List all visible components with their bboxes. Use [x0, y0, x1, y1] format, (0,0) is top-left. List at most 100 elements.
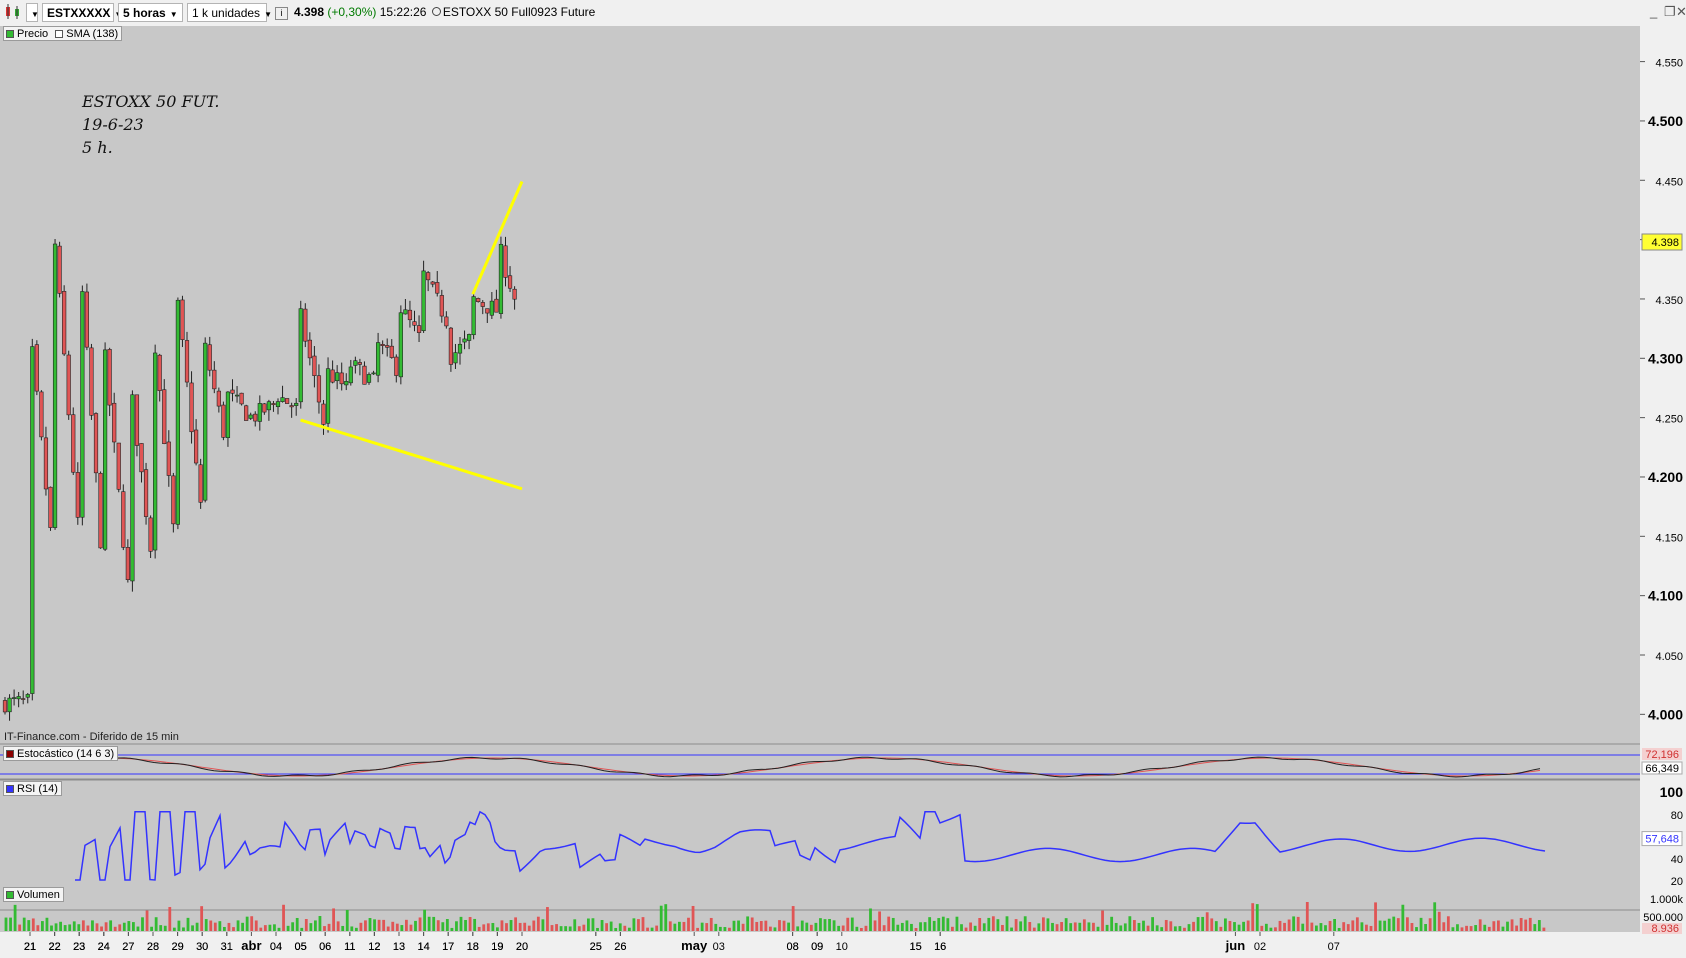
- rsi-legend[interactable]: RSI (14): [3, 781, 62, 796]
- stochastic-legend[interactable]: Estocástico (14 6 3): [3, 746, 119, 761]
- volume-bar: [104, 922, 108, 931]
- candle-body: [107, 349, 112, 406]
- volume-bar: [755, 921, 759, 931]
- volume-bar: [241, 922, 244, 931]
- price-legend[interactable]: Precio SMA (138): [3, 26, 123, 41]
- volume-bar: [764, 920, 768, 931]
- candle-body: [435, 282, 440, 294]
- volume-bar: [759, 921, 763, 931]
- volume-bar: [1415, 927, 1418, 931]
- candle-body: [189, 382, 194, 433]
- volume-bar: [659, 905, 663, 931]
- volume-bar: [359, 922, 363, 931]
- volume-bar: [505, 923, 508, 931]
- volume-bar: [1387, 918, 1391, 931]
- volume-bar: [1210, 918, 1214, 931]
- instrument-icon: [431, 7, 441, 16]
- restore-icon[interactable]: ❐: [1664, 4, 1676, 20]
- volume-bar: [450, 927, 454, 931]
- candle-body: [212, 369, 217, 390]
- volume-bar: [1078, 922, 1082, 931]
- volume-bar: [1278, 920, 1282, 931]
- volume-bar: [13, 904, 17, 931]
- volume-bar: [855, 926, 859, 931]
- candle-body: [84, 291, 89, 348]
- date-tick-label: 26: [614, 941, 626, 953]
- candle-body: [30, 346, 35, 694]
- volume-bar: [1501, 926, 1505, 931]
- candle-body: [476, 298, 481, 302]
- volume-bar: [518, 922, 522, 931]
- volume-bar: [1178, 926, 1182, 931]
- volume-bar: [828, 918, 831, 931]
- volume-bar: [1260, 925, 1264, 931]
- volume-bar: [887, 916, 891, 931]
- volume-bar: [796, 926, 800, 931]
- volume-bar: [31, 918, 35, 931]
- volume-bar: [823, 919, 827, 931]
- units-selector[interactable]: 1 k unidades ▼: [187, 3, 272, 22]
- volume-bar: [81, 920, 85, 931]
- volume-bar: [1369, 925, 1373, 931]
- info-icon[interactable]: i: [275, 7, 288, 20]
- candle-body: [62, 291, 67, 355]
- volume-title: Volumen: [17, 889, 60, 901]
- candle-body: [257, 403, 262, 422]
- volume-bar: [632, 918, 636, 931]
- symbol-label: ESTXXXXX: [47, 6, 111, 20]
- volume-bar: [127, 921, 131, 931]
- chart-canvas[interactable]: 4.000 4.050 4.100 4.150 4.200 4.250 4.300 4.350…: [0, 26, 1686, 958]
- volume-bar: [204, 919, 208, 931]
- candle-body: [312, 355, 317, 376]
- volume-bar: [914, 927, 918, 931]
- volume-bar: [769, 926, 772, 931]
- volume-bar: [418, 917, 422, 931]
- volume-bar: [300, 927, 304, 931]
- date-tick-label: 16: [934, 941, 946, 953]
- close-icon[interactable]: ✕: [1676, 4, 1686, 20]
- candle-body: [503, 245, 508, 278]
- candle-body: [180, 299, 185, 340]
- settings-dropdown-icon[interactable]: ▼: [26, 3, 39, 22]
- volume-bar: [318, 916, 322, 931]
- volume-bar: [354, 927, 358, 931]
- volume-bar: [304, 919, 308, 931]
- volume-bar: [991, 916, 995, 931]
- candle-body: [253, 413, 258, 422]
- instrument-name: ESTOXX 50 Full0923 Future: [442, 5, 596, 19]
- volume-bar: [1060, 922, 1063, 931]
- volume-bar: [1396, 918, 1400, 931]
- candlestick-chart-icon[interactable]: [3, 3, 23, 22]
- volume-legend[interactable]: Volumen: [3, 887, 64, 902]
- date-tick-label: abr: [241, 938, 261, 953]
- volume-bar: [1042, 917, 1045, 931]
- volume-bar: [373, 919, 376, 931]
- candle-body: [66, 354, 71, 416]
- candle-body: [407, 309, 413, 321]
- minimize-icon[interactable]: _: [1650, 4, 1657, 19]
- volume-bar: [819, 918, 822, 931]
- date-tick-label: 13: [393, 941, 405, 953]
- volume-bar: [1096, 926, 1100, 931]
- volume-bar: [1014, 919, 1018, 931]
- candle-body: [198, 464, 203, 503]
- symbol-selector[interactable]: ESTXXXXX▼: [42, 3, 122, 22]
- interval-selector[interactable]: 5 horas ▼: [118, 3, 183, 22]
- candle-body: [244, 405, 249, 421]
- candle-body: [380, 344, 385, 346]
- annotation-title: ESTOXX 50 FUT.: [82, 92, 220, 111]
- volume-bar: [200, 906, 204, 931]
- volume-bar: [609, 921, 613, 931]
- volume-bar: [864, 925, 868, 931]
- volume-bar: [1133, 920, 1136, 931]
- last-price-label: 4.398: [1651, 237, 1679, 249]
- volume-bar: [100, 926, 103, 931]
- volume-bar: [1196, 917, 1200, 931]
- candle-body: [112, 402, 117, 443]
- date-tick-label: 22: [48, 941, 60, 953]
- candle-body: [498, 243, 504, 314]
- volume-bar: [1114, 922, 1118, 931]
- volume-bar: [869, 908, 872, 931]
- volume-bar: [1378, 920, 1382, 931]
- date-tick-label: 28: [147, 941, 159, 953]
